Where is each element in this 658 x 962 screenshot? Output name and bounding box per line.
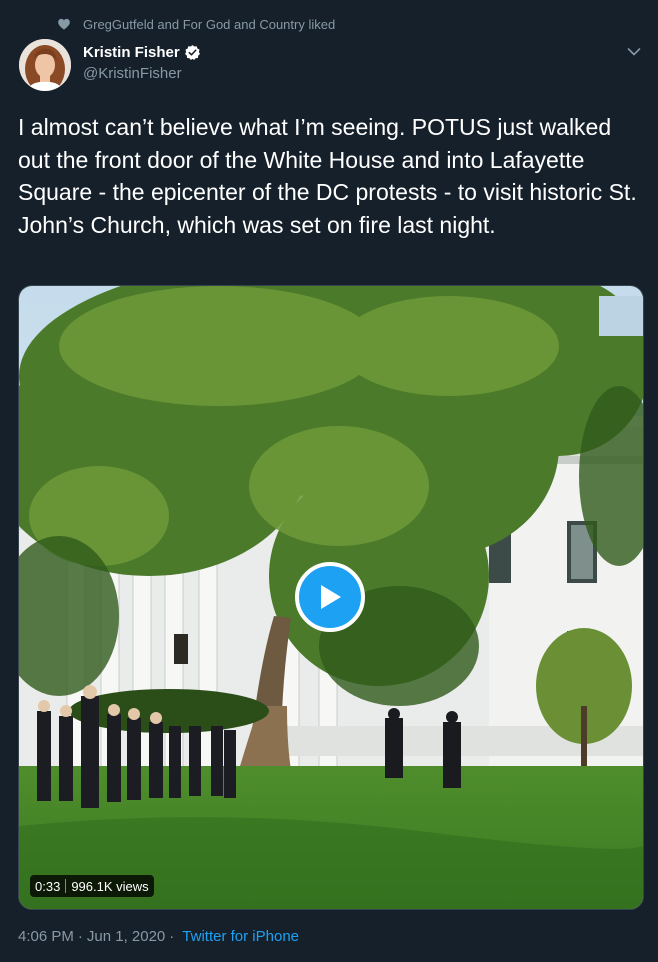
social-context[interactable]: GregGutfeld and For God and Country like… — [57, 14, 335, 34]
video-duration: 0:33 — [35, 878, 61, 894]
author-handle[interactable]: @KristinFisher — [83, 65, 201, 82]
more-options-button[interactable] — [624, 42, 644, 62]
author-name[interactable]: Kristin Fisher — [83, 44, 180, 61]
tweet-date[interactable]: Jun 1, 2020 — [87, 928, 165, 945]
tweet-container[interactable]: GregGutfeld and For God and Country like… — [0, 0, 658, 962]
tweet-time[interactable]: 4:06 PM — [18, 928, 74, 945]
play-button[interactable] — [295, 562, 365, 632]
avatar[interactable] — [19, 39, 71, 91]
author-block[interactable]: Kristin Fisher @KristinFisher — [83, 42, 201, 82]
chevron-down-icon — [627, 48, 641, 56]
social-context-text: GregGutfeld and For God and Country like… — [83, 16, 336, 32]
footer-separator: · — [77, 927, 83, 945]
heart-icon — [58, 18, 70, 30]
avatar-image — [19, 39, 71, 91]
tweet-source-link[interactable]: Twitter for iPhone — [182, 928, 299, 945]
play-icon — [321, 585, 341, 609]
tweet-footer: 4:06 PM · Jun 1, 2020 · Twitter for iPho… — [18, 926, 299, 946]
video-views: 996.1K views — [71, 878, 149, 894]
footer-separator-2: · — [169, 927, 175, 945]
verified-badge-icon — [184, 44, 200, 60]
tweet-text: I almost can’t believe what I’m seeing. … — [18, 114, 637, 238]
video-meta-badge: 0:33 996.1K views — [30, 875, 154, 897]
video-player[interactable]: 0:33 996.1K views — [18, 285, 644, 910]
